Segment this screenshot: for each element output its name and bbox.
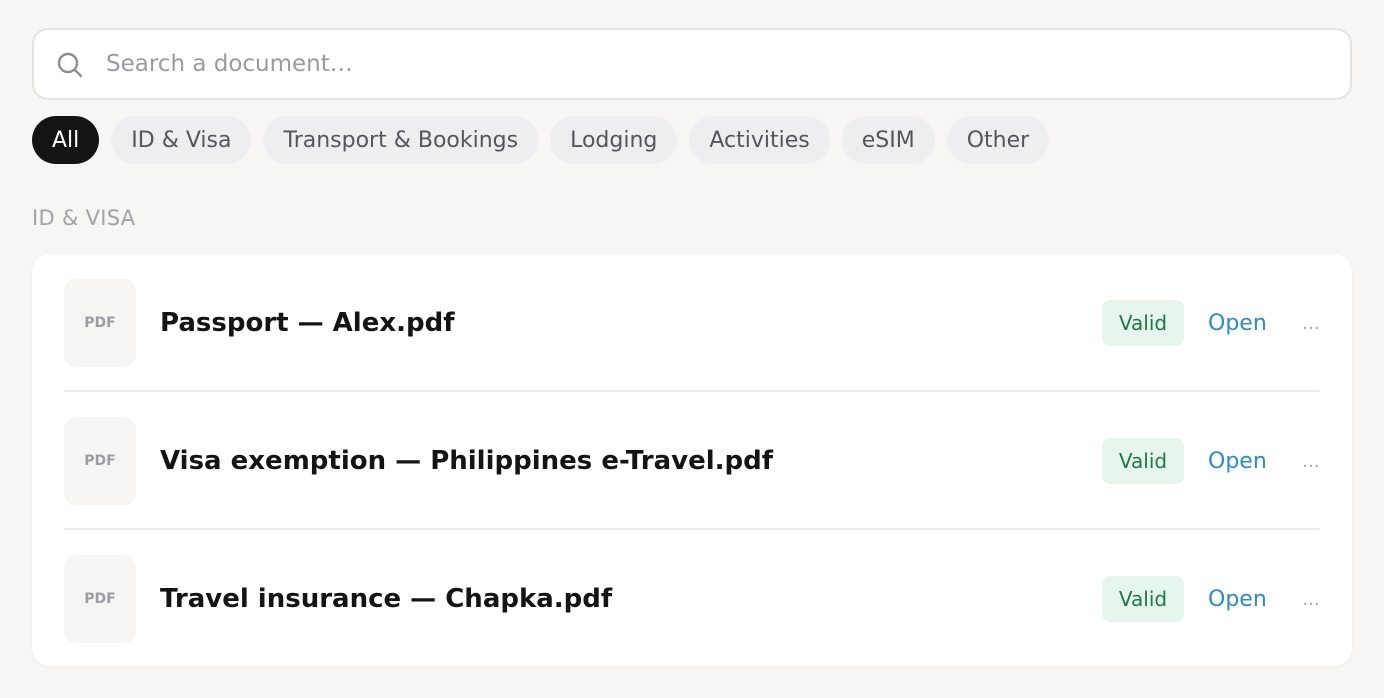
document-row: PDF Travel insurance — Chapka.pdf Valid … [64, 530, 1320, 668]
filter-chip-transport-bookings[interactable]: Transport & Bookings [263, 116, 539, 164]
search-bar[interactable] [32, 28, 1352, 100]
filter-chip-id-visa[interactable]: ID & Visa [111, 116, 252, 164]
filter-chip-activities[interactable]: Activities [689, 116, 830, 164]
status-badge: Valid [1102, 438, 1184, 484]
more-options-icon[interactable]: ... [1302, 589, 1320, 610]
pdf-file-icon: PDF [64, 555, 136, 643]
document-row: PDF Passport — Alex.pdf Valid Open ... [64, 254, 1320, 392]
filter-chip-all[interactable]: All [32, 116, 100, 164]
pdf-file-icon: PDF [64, 279, 136, 367]
document-row: PDF Visa exemption — Philippines e-Trave… [64, 392, 1320, 530]
search-input[interactable] [106, 30, 1326, 98]
search-icon [57, 52, 83, 78]
open-document-link[interactable]: Open [1208, 587, 1270, 612]
status-badge: Valid [1102, 576, 1184, 622]
document-list-card: PDF Passport — Alex.pdf Valid Open ... P… [32, 254, 1352, 666]
pdf-file-icon: PDF [64, 417, 136, 505]
status-badge: Valid [1102, 300, 1184, 346]
category-filter-bar: All ID & Visa Transport & Bookings Lodgi… [32, 116, 1050, 164]
filter-chip-esim[interactable]: eSIM [841, 116, 935, 164]
open-document-link[interactable]: Open [1208, 449, 1270, 474]
document-name: Travel insurance — Chapka.pdf [160, 584, 613, 614]
filter-chip-other[interactable]: Other [946, 116, 1050, 164]
document-name: Visa exemption — Philippines e-Travel.pd… [160, 446, 774, 476]
more-options-icon[interactable]: ... [1302, 313, 1320, 334]
filter-chip-lodging[interactable]: Lodging [550, 116, 678, 164]
section-title: ID & VISA [32, 206, 136, 230]
more-options-icon[interactable]: ... [1302, 451, 1320, 472]
document-name: Passport — Alex.pdf [160, 308, 455, 338]
open-document-link[interactable]: Open [1208, 311, 1270, 336]
